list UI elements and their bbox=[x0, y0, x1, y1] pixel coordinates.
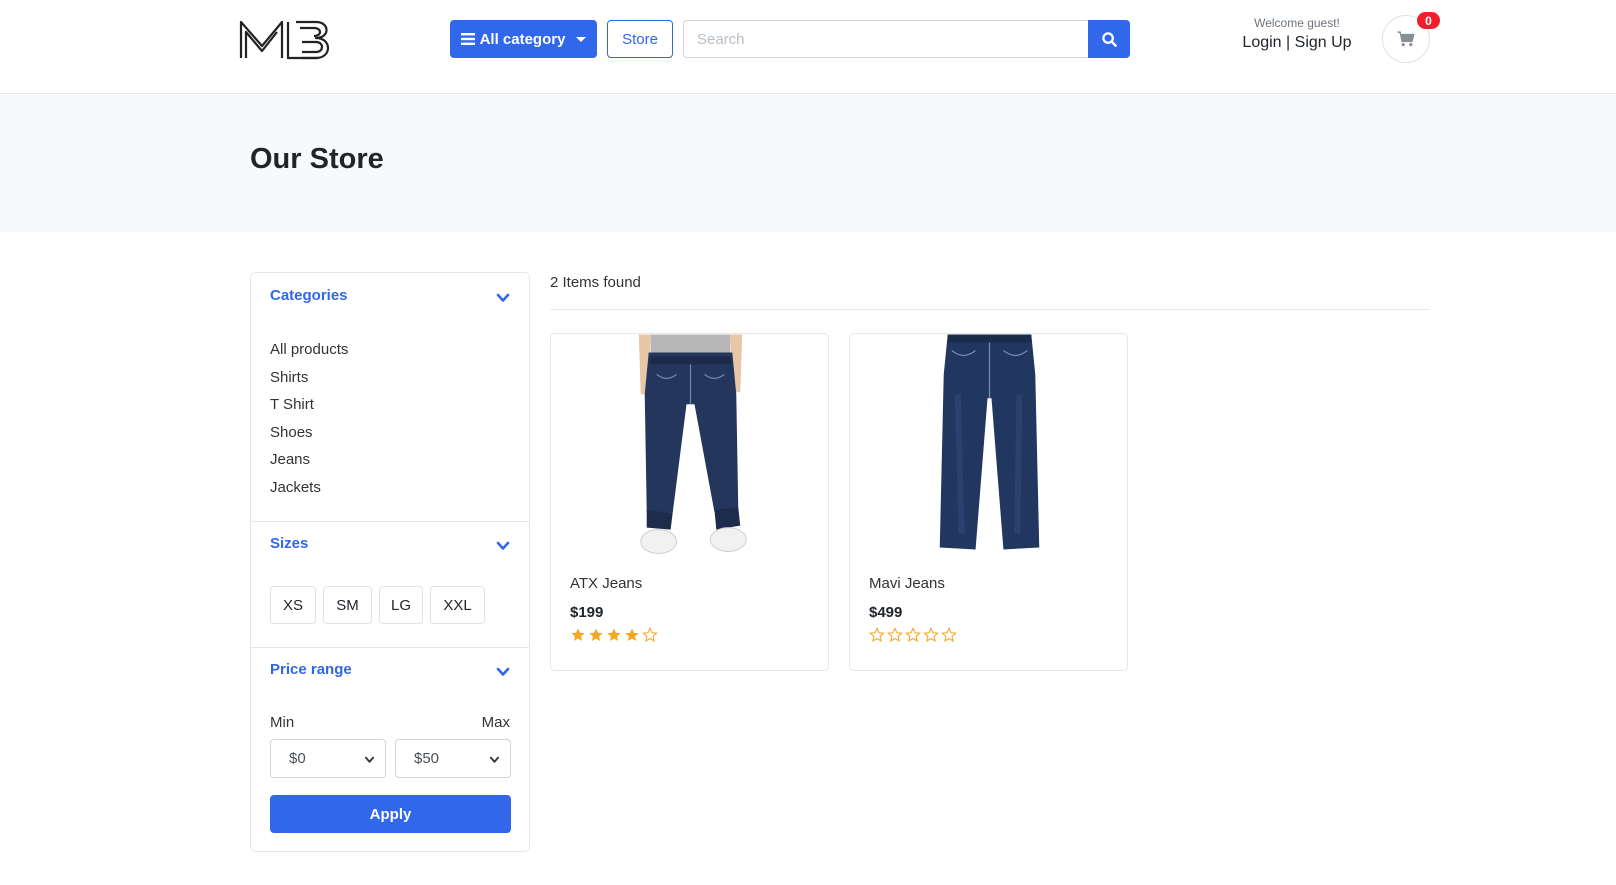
chevron-down-icon bbox=[364, 756, 375, 763]
login-link[interactable]: Login bbox=[1242, 34, 1281, 51]
apply-button[interactable]: Apply bbox=[270, 795, 511, 833]
chevron-down-icon[interactable] bbox=[496, 665, 510, 679]
category-item-shoes[interactable]: Shoes bbox=[270, 419, 348, 447]
sizes-heading[interactable]: Sizes bbox=[270, 535, 308, 552]
items-found-count: 2 Items found bbox=[550, 274, 641, 291]
price-min-label: Min bbox=[270, 714, 295, 731]
search-input[interactable] bbox=[683, 20, 1088, 58]
caret-down-icon bbox=[576, 36, 587, 42]
product-image-jeans[interactable] bbox=[591, 334, 790, 556]
auth-separator: | bbox=[1286, 34, 1291, 51]
product-price: $499 bbox=[869, 604, 903, 621]
category-item-shirts[interactable]: Shirts bbox=[270, 364, 348, 392]
category-item-t-shirt[interactable]: T Shirt bbox=[270, 391, 348, 419]
price-max-label: Max bbox=[481, 714, 510, 731]
star-empty-icon bbox=[642, 627, 658, 643]
price-min-value: $0 bbox=[289, 750, 306, 767]
price-min-select[interactable]: $0 bbox=[270, 739, 386, 778]
product-card[interactable]: ATX Jeans $199 bbox=[550, 333, 829, 671]
product-rating bbox=[570, 627, 658, 643]
auth-links: Login | Sign Up bbox=[1232, 34, 1362, 52]
search-button[interactable] bbox=[1088, 20, 1130, 58]
price-max-value: $50 bbox=[414, 750, 440, 767]
brand-logo[interactable] bbox=[238, 16, 336, 64]
category-item-jeans[interactable]: Jeans bbox=[270, 446, 348, 474]
product-image-jeans[interactable] bbox=[890, 334, 1089, 556]
welcome-text: Welcome guest! bbox=[1254, 16, 1340, 30]
category-item-all-products[interactable]: All products bbox=[270, 336, 348, 364]
product-price: $199 bbox=[570, 604, 604, 621]
cart-count-badge: 0 bbox=[1417, 12, 1440, 29]
menu-icon bbox=[460, 33, 475, 45]
star-filled-icon bbox=[607, 628, 621, 641]
size-options: XS SM LG XXL bbox=[270, 586, 485, 624]
search-icon bbox=[1101, 31, 1117, 47]
filter-divider bbox=[251, 521, 529, 522]
all-category-button[interactable]: All category bbox=[450, 20, 597, 58]
signup-link[interactable]: Sign Up bbox=[1295, 34, 1352, 51]
star-filled-icon bbox=[589, 628, 603, 641]
category-item-jackets[interactable]: Jackets bbox=[270, 474, 348, 502]
category-list: All products Shirts T Shirt Shoes Jeans … bbox=[270, 336, 348, 502]
star-empty-icon bbox=[923, 627, 939, 643]
chevron-down-icon[interactable] bbox=[496, 291, 510, 305]
product-name[interactable]: Mavi Jeans bbox=[869, 575, 945, 592]
filter-divider bbox=[251, 647, 529, 648]
shopping-cart-icon bbox=[1397, 31, 1415, 47]
product-name[interactable]: ATX Jeans bbox=[570, 575, 642, 592]
star-empty-icon bbox=[869, 627, 885, 643]
star-empty-icon bbox=[941, 627, 957, 643]
chevron-down-icon bbox=[489, 756, 500, 763]
size-xs-button[interactable]: XS bbox=[270, 586, 316, 624]
page-banner: Our Store bbox=[0, 95, 1616, 232]
chevron-down-icon[interactable] bbox=[496, 539, 510, 553]
store-button[interactable]: Store bbox=[607, 20, 673, 58]
price-range-heading[interactable]: Price range bbox=[270, 661, 352, 678]
site-header: All category Store Welcome guest! Login … bbox=[0, 0, 1616, 94]
categories-heading[interactable]: Categories bbox=[270, 287, 348, 304]
star-filled-icon bbox=[571, 628, 585, 641]
star-filled-icon bbox=[625, 628, 639, 641]
star-empty-icon bbox=[887, 627, 903, 643]
price-max-select[interactable]: $50 bbox=[395, 739, 511, 778]
size-sm-button[interactable]: SM bbox=[323, 586, 372, 624]
filters-sidebar: Categories All products Shirts T Shirt S… bbox=[250, 272, 530, 852]
star-empty-icon bbox=[905, 627, 921, 643]
results-divider bbox=[550, 309, 1430, 310]
size-xxl-button[interactable]: XXL bbox=[430, 586, 485, 624]
product-card[interactable]: Mavi Jeans $499 bbox=[849, 333, 1128, 671]
size-lg-button[interactable]: LG bbox=[379, 586, 423, 624]
page-title: Our Store bbox=[250, 143, 384, 175]
product-rating bbox=[869, 627, 957, 643]
all-category-label: All category bbox=[479, 30, 566, 48]
